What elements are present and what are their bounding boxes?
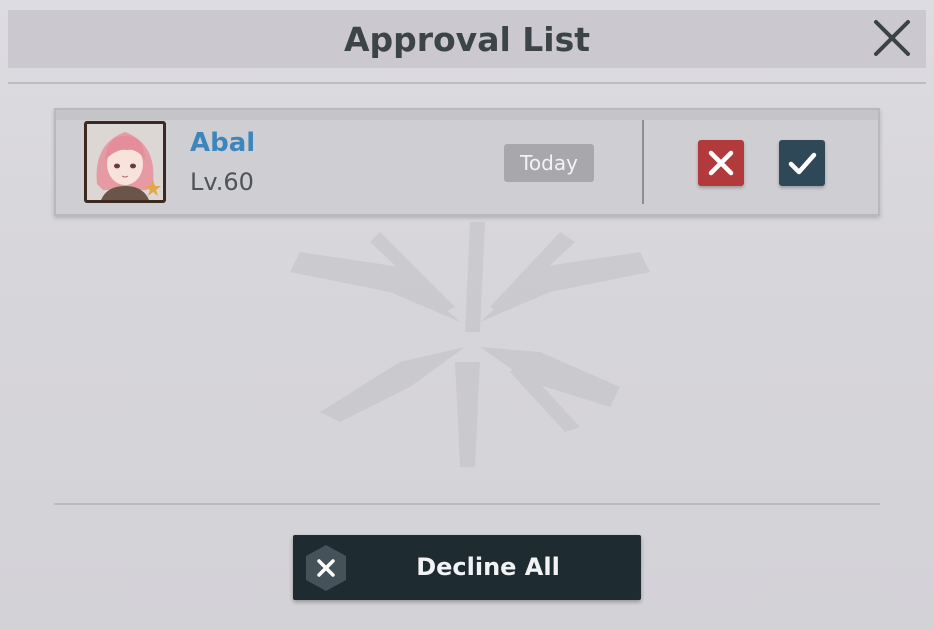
page-title: Approval List — [343, 20, 591, 59]
emblem-watermark-icon — [290, 222, 650, 467]
card-divider — [642, 120, 644, 204]
request-card: Abal Lv.60 Today — [54, 108, 880, 216]
player-name: Abal — [190, 128, 256, 158]
request-time-badge: Today — [504, 144, 594, 182]
close-icon[interactable] — [868, 14, 916, 62]
accept-button[interactable] — [779, 140, 825, 186]
decline-all-label: Decline All — [416, 553, 560, 581]
header-divider — [8, 82, 926, 84]
approval-list-panel: Approval List Abal Lv.60 Today Decline A… — [0, 0, 934, 630]
decline-all-button[interactable]: Decline All — [293, 535, 641, 600]
reject-button[interactable] — [698, 140, 744, 186]
avatar — [84, 121, 166, 203]
check-icon — [788, 152, 817, 175]
player-level: Lv.60 — [190, 168, 254, 196]
x-icon — [306, 545, 346, 591]
list-bottom-divider — [54, 503, 880, 505]
player-avatar-icon — [87, 124, 163, 200]
x-icon — [708, 150, 734, 176]
card-top-strip — [56, 110, 878, 120]
